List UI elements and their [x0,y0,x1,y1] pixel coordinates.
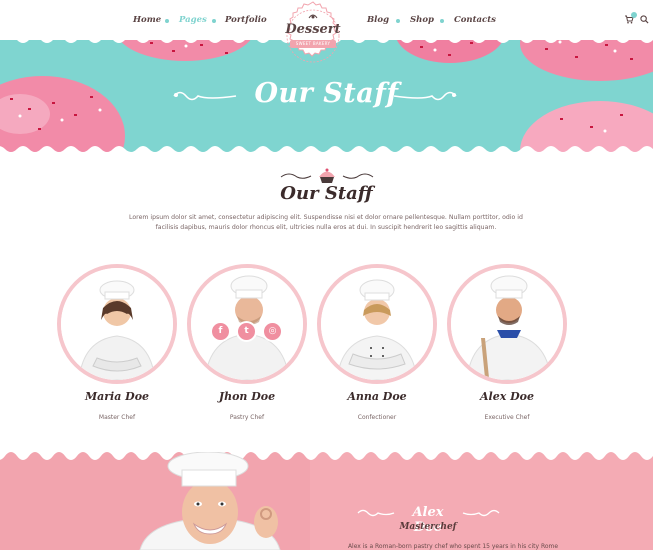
nav-blog[interactable]: Blog [367,15,389,25]
swirl-ornament-left [357,509,395,517]
section-intro-text: Lorem ipsum dolor sit amet, consectetur … [129,214,523,231]
site-logo[interactable]: Dessert SWEET BAKERY [276,0,350,72]
nav-separator-dot [440,19,444,23]
twitter-icon[interactable]: t [236,321,257,342]
logo-name: Dessert [285,22,341,37]
chef-portrait [321,268,433,380]
featured-chef-bio: Alex is a Roman-born pastry chef who spe… [347,543,559,550]
staff-role: Pastry Chef [229,414,265,421]
staff-name[interactable]: Maria Doe [57,390,177,403]
hero-title-wrap: Our Staff [0,78,653,109]
nav-separator-dot [212,19,216,23]
staff-name[interactable]: Jhon Doe [187,390,307,403]
swirl-ornament-right [462,509,500,517]
nav-shop[interactable]: Shop [410,15,434,25]
staff-role: Confectioner [357,414,397,421]
cart-count-badge [631,12,637,18]
staff-name[interactable]: Alex Doe [447,390,567,403]
hero-title: Our Staff [254,78,399,109]
nav-pages[interactable]: Pages [179,15,207,25]
staff-role: Master Chef [98,414,136,421]
logo-tagline: SWEET BAKERY [290,40,336,48]
staff-photo[interactable] [447,264,567,384]
staff-photo[interactable] [317,264,437,384]
chef-portrait [61,268,173,380]
facebook-icon[interactable]: f [210,321,231,342]
featured-chef-section [0,452,653,550]
staff-role: Executive Chef [484,414,530,421]
nav-contacts[interactable]: Contacts [454,15,496,25]
staff-name[interactable]: Anna Doe [317,390,437,403]
nav-separator-dot [165,19,169,23]
staff-photo[interactable] [57,264,177,384]
nav-portfolio[interactable]: Portfolio [225,15,267,25]
chef-portrait [451,268,563,380]
cupcake-ornament [280,168,374,183]
nav-home[interactable]: Home [133,15,161,25]
instagram-icon[interactable]: ◎ [262,321,283,342]
section-title: Our Staff [280,183,373,204]
search-icon[interactable] [640,15,649,24]
chef-portrait-large [0,452,653,550]
featured-chef-role: Masterchef [399,522,457,532]
nav-separator-dot [396,19,400,23]
swirl-ornament-right [393,91,457,101]
